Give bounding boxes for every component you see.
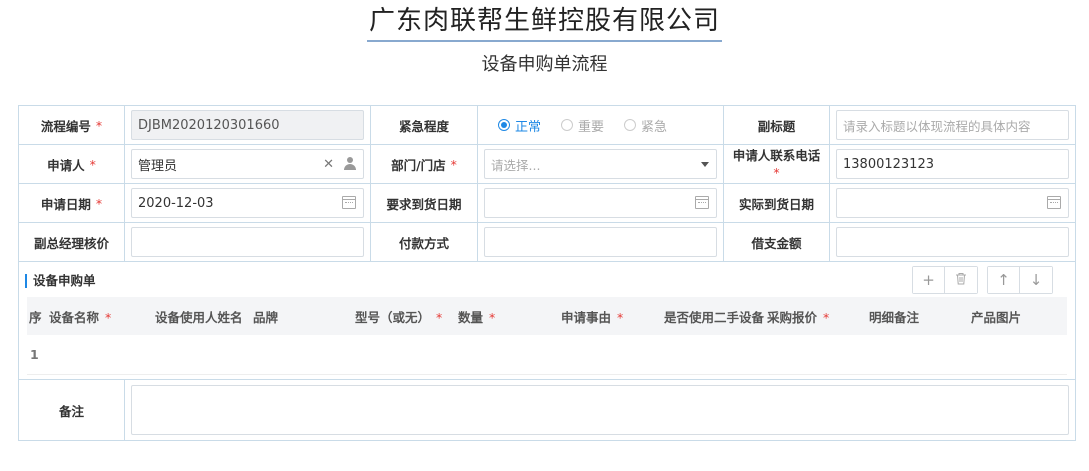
subtitle-input[interactable]: 请录入标题以体现流程的具体内容 bbox=[836, 110, 1069, 140]
required-mark: * bbox=[89, 156, 96, 172]
calendar-icon[interactable] bbox=[342, 196, 356, 209]
required-mark: * bbox=[95, 117, 103, 133]
purchase-form: 流程编号 * DJBM2020120301660 紧急程度 正常 重要 紧急 副标… bbox=[18, 105, 1076, 441]
required-mark: * bbox=[773, 165, 780, 180]
form-row-1: 流程编号 * DJBM2020120301660 紧急程度 正常 重要 紧急 副标… bbox=[19, 106, 1075, 145]
grid-col-reason: 申请事由 * bbox=[561, 309, 624, 325]
grid-header: 序 设备名称 * 设备使用人姓名 品牌 型号（或无） * 数量 * 申请事由 * 是否使… bbox=[27, 297, 1067, 335]
apply-date-input[interactable]: 2020-12-03 bbox=[131, 188, 364, 218]
apply-date-label: 申请日期 * bbox=[19, 184, 125, 222]
user-picker-icon[interactable] bbox=[344, 157, 356, 170]
required-mark: * bbox=[95, 195, 103, 211]
required-date-label: 要求到货日期 bbox=[371, 184, 478, 222]
required-mark: * bbox=[450, 156, 457, 172]
clear-icon[interactable]: ✕ bbox=[323, 157, 334, 172]
vp-review-label: 副总经理核价 bbox=[19, 223, 125, 261]
applicant-label: 申请人 * bbox=[19, 145, 125, 183]
urgency-important-radio[interactable]: 重要 bbox=[561, 116, 604, 135]
subtitle-label: 副标题 bbox=[724, 106, 830, 144]
remark-label: 备注 bbox=[19, 380, 125, 440]
urgency-normal-radio[interactable]: 正常 bbox=[498, 116, 541, 135]
radio-empty-icon bbox=[561, 119, 574, 131]
urgency-urgent-radio[interactable]: 紧急 bbox=[624, 116, 667, 135]
vp-review-input[interactable] bbox=[131, 227, 364, 257]
urgency-radio-group: 正常 重要 紧急 bbox=[484, 116, 667, 135]
phone-input[interactable]: 13800123123 bbox=[836, 149, 1069, 179]
form-subtitle: 设备申购单流程 bbox=[481, 54, 608, 75]
calendar-icon[interactable] bbox=[695, 196, 709, 209]
grid-col-detail-remark: 明细备注 bbox=[869, 309, 920, 325]
form-row-3: 申请日期 * 2020-12-03 要求到货日期 实际到货日期 bbox=[19, 184, 1075, 223]
dept-select[interactable]: 请选择... bbox=[484, 149, 717, 179]
grid-col-model: 型号（或无） * bbox=[355, 309, 443, 325]
grid-col-qty: 数量 * bbox=[458, 309, 496, 325]
table-row[interactable]: 1 bbox=[27, 335, 1067, 375]
delete-row-button[interactable] bbox=[945, 267, 977, 293]
equipment-grid-section: 设备申购单 + ↑ ↓ 序 设备名称 * 设备使用人姓名 品牌 型号（或无） * 数… bbox=[19, 262, 1075, 380]
move-up-button[interactable]: ↑ bbox=[988, 267, 1020, 293]
grid-title: 设备申购单 bbox=[25, 274, 96, 288]
form-row-2: 申请人 * 管理员 ✕ 部门/门店 * 请选择... 申请人联系电话 * 138001… bbox=[19, 145, 1075, 184]
radio-selected-icon bbox=[498, 119, 510, 131]
move-down-button[interactable]: ↓ bbox=[1020, 267, 1052, 293]
company-title: 广东肉联帮生鲜控股有限公司 bbox=[0, 4, 1089, 42]
loan-input[interactable] bbox=[836, 227, 1069, 257]
radio-empty-icon bbox=[624, 119, 637, 131]
phone-label: 申请人联系电话 * bbox=[724, 145, 830, 183]
row-index: 1 bbox=[30, 347, 39, 362]
grid-col-name: 设备名称 * bbox=[49, 309, 112, 325]
remark-row: 备注 bbox=[19, 380, 1075, 440]
flow-no-field: DJBM2020120301660 bbox=[131, 110, 364, 140]
chevron-down-icon bbox=[701, 162, 709, 167]
urgency-label: 紧急程度 bbox=[371, 106, 478, 144]
payment-input[interactable] bbox=[484, 227, 717, 257]
grid-toolbar: + ↑ ↓ bbox=[912, 266, 1053, 294]
dept-label: 部门/门店 * bbox=[371, 145, 478, 183]
company-name: 广东肉联帮生鲜控股有限公司 bbox=[366, 4, 722, 42]
grid-col-user: 设备使用人姓名 bbox=[155, 309, 243, 325]
remark-textarea[interactable] bbox=[131, 385, 1069, 435]
grid-col-image: 产品图片 bbox=[971, 309, 1022, 325]
grid-col-brand: 品牌 bbox=[253, 309, 279, 325]
form-row-4: 副总经理核价 付款方式 借支金额 bbox=[19, 223, 1075, 262]
trash-icon bbox=[955, 271, 967, 289]
loan-label: 借支金额 bbox=[724, 223, 830, 261]
grid-col-price: 采购报价 * bbox=[767, 309, 830, 325]
payment-label: 付款方式 bbox=[371, 223, 478, 261]
actual-date-label: 实际到货日期 bbox=[724, 184, 830, 222]
required-date-input[interactable] bbox=[484, 188, 717, 218]
grid-col-index: 序 bbox=[29, 309, 42, 325]
flow-no-label: 流程编号 * bbox=[19, 106, 125, 144]
applicant-field[interactable]: 管理员 ✕ bbox=[131, 149, 364, 179]
calendar-icon[interactable] bbox=[1047, 196, 1061, 209]
add-row-button[interactable]: + bbox=[913, 267, 945, 293]
grid-col-secondhand: 是否使用二手设备 bbox=[664, 309, 765, 325]
actual-date-input[interactable] bbox=[836, 188, 1069, 218]
